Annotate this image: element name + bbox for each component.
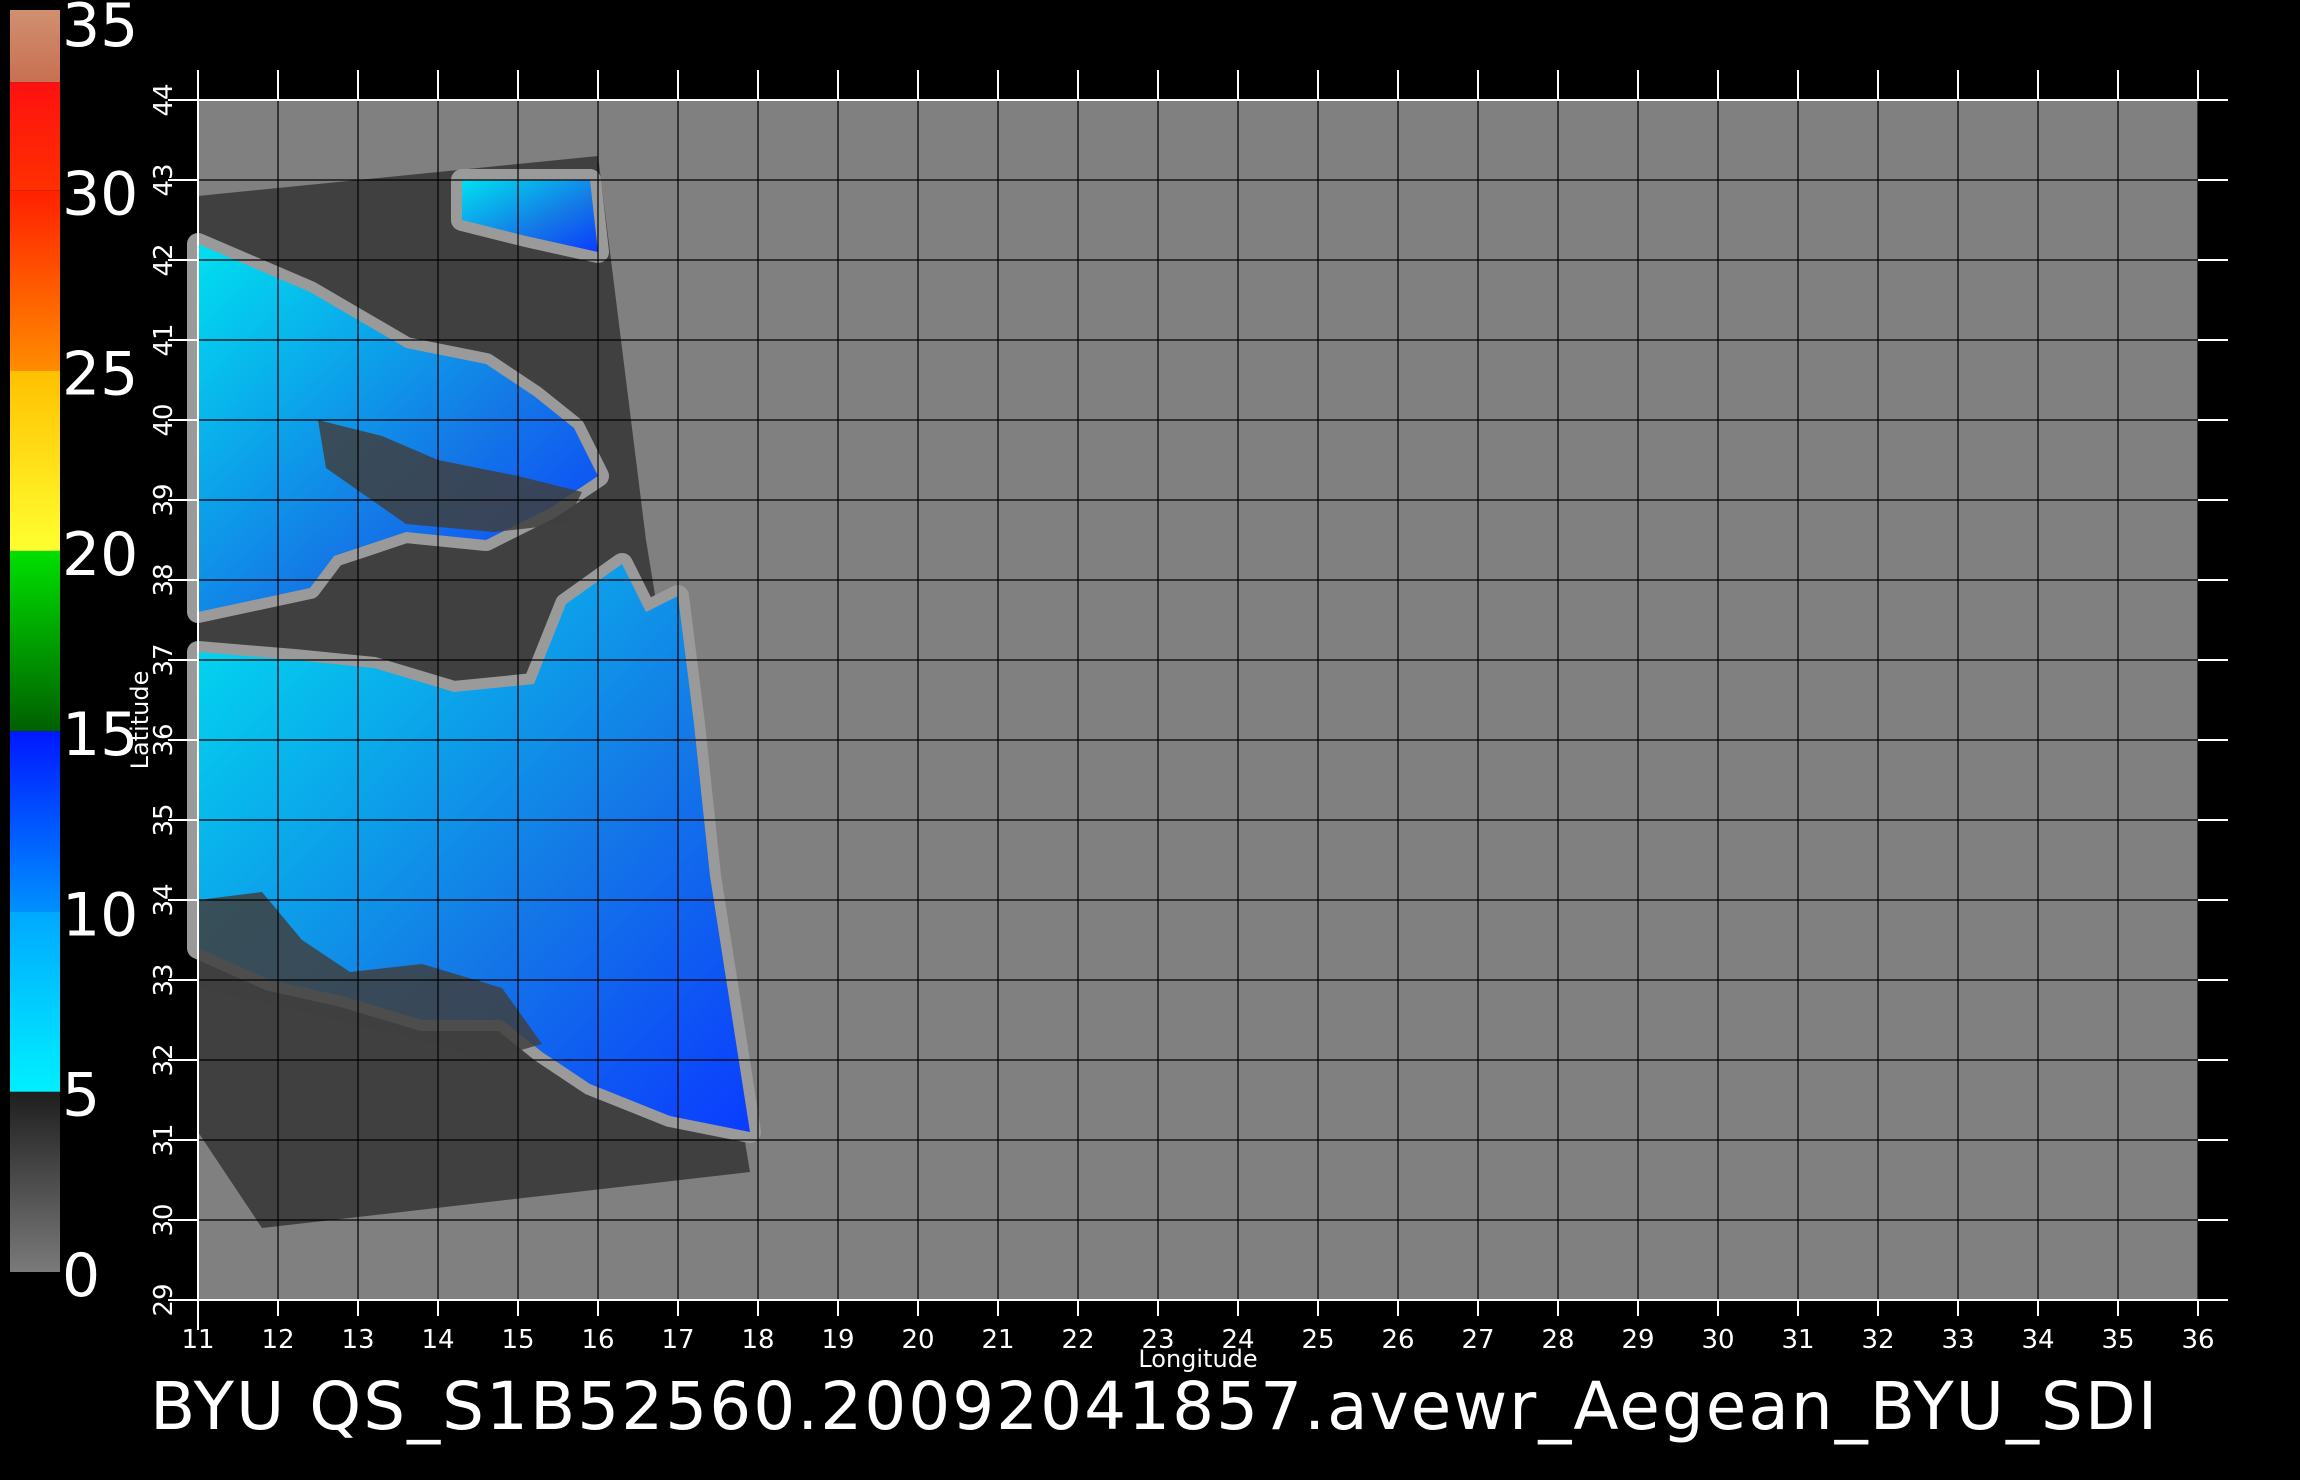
colorbar-segment	[10, 1091, 60, 1272]
y-tick-label: 30	[149, 1203, 179, 1236]
x-tick-label: 18	[741, 1325, 774, 1355]
x-tick-label: 17	[661, 1325, 694, 1355]
figure-caption: BYU QS_S1B52560.20092041857.avewr_Aegean…	[150, 1368, 2160, 1445]
colorbar-segment	[10, 731, 60, 912]
colorbar-tick-label: 0	[62, 1241, 100, 1311]
colorbar-segment	[10, 911, 60, 1092]
wind-map-figure: 05101520253035 11 12 13 14 15 16 17 18 19 20 21 22 2…	[10, 0, 2228, 1373]
x-tick-label: 36	[2181, 1325, 2214, 1355]
x-tick-label: 30	[1701, 1325, 1734, 1355]
x-tick-label: 16	[581, 1325, 614, 1355]
colorbar-segment	[10, 10, 60, 83]
x-tick-label: 22	[1061, 1325, 1094, 1355]
x-tick-label: 32	[1861, 1325, 1894, 1355]
y-tick-label: 31	[149, 1123, 179, 1156]
colorbar-segment	[10, 82, 60, 191]
y-tick-label: 42	[149, 243, 179, 276]
x-tick-label: 25	[1301, 1325, 1334, 1355]
y-tick-label: 40	[149, 403, 179, 436]
latitude-axis-label: Latitude	[126, 671, 154, 770]
colorbar-tick-label: 5	[62, 1061, 100, 1131]
x-tick-label: 11	[181, 1325, 214, 1355]
y-tick-label: 44	[149, 83, 179, 116]
x-tick-label: 26	[1381, 1325, 1414, 1355]
x-tick-label: 34	[2021, 1325, 2054, 1355]
x-tick-label: 27	[1461, 1325, 1494, 1355]
x-tick-label: 14	[421, 1325, 454, 1355]
y-tick-label: 39	[149, 483, 179, 516]
colorbar-tick-labels: 05101520253035	[62, 0, 138, 1311]
x-tick-label: 13	[341, 1325, 374, 1355]
x-tick-label: 19	[821, 1325, 854, 1355]
colorbar-tick-label: 25	[62, 340, 138, 410]
y-tick-label: 43	[149, 163, 179, 196]
y-tick-label: 41	[149, 323, 179, 356]
x-tick-label: 21	[981, 1325, 1014, 1355]
x-tick-label: 35	[2101, 1325, 2134, 1355]
colorbar-segment	[10, 370, 60, 551]
y-tick-label: 38	[149, 563, 179, 596]
colorbar-tick-label: 30	[62, 159, 138, 229]
colorbar-tick-label: 35	[62, 0, 138, 61]
y-tick-label: 32	[149, 1043, 179, 1076]
x-tick-label: 33	[1941, 1325, 1974, 1355]
wind-speed-colorbar	[10, 10, 60, 1272]
colorbar-segment	[10, 190, 60, 371]
colorbar-segment	[10, 550, 60, 732]
colorbar-tick-label: 10	[62, 880, 138, 950]
x-tick-label: 29	[1621, 1325, 1654, 1355]
x-tick-label: 20	[901, 1325, 934, 1355]
y-tick-label: 33	[149, 963, 179, 996]
map-plot-area	[187, 100, 2198, 1300]
colorbar-tick-label: 20	[62, 520, 138, 590]
x-tick-label: 15	[501, 1325, 534, 1355]
y-tick-label: 34	[149, 883, 179, 916]
x-tick-label: 12	[261, 1325, 294, 1355]
y-tick-label: 35	[149, 803, 179, 836]
y-tick-label: 29	[149, 1283, 179, 1316]
x-tick-label: 28	[1541, 1325, 1574, 1355]
x-tick-label: 31	[1781, 1325, 1814, 1355]
